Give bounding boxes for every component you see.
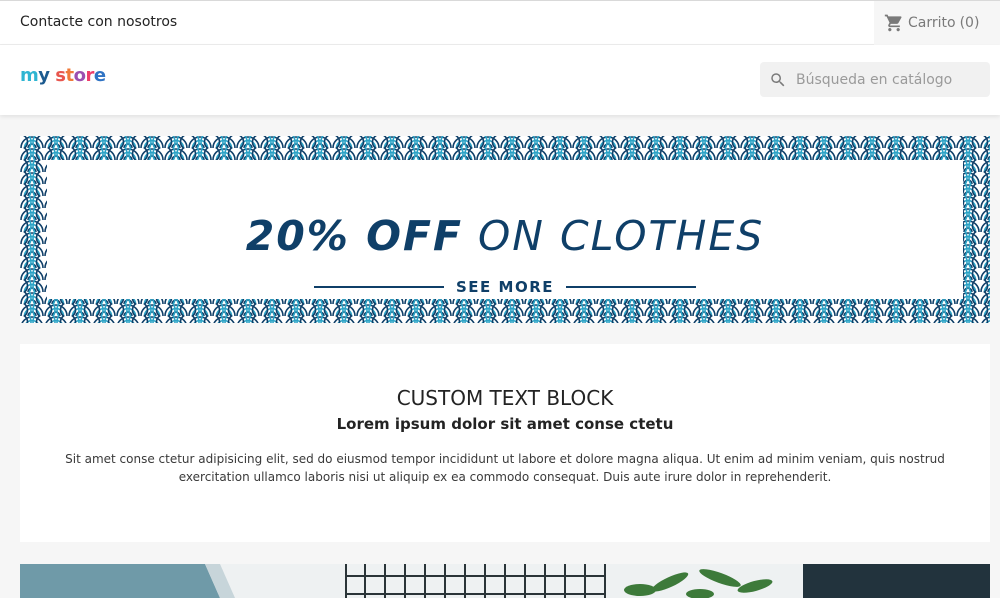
banner-title-light: ON CLOTHES [478, 212, 765, 260]
interior-photo [20, 564, 990, 598]
search-icon[interactable] [769, 71, 787, 89]
cart-label: Carrito [908, 15, 956, 31]
custom-text-body: Sit amet conse ctetur adipisicing elit, … [65, 452, 945, 484]
custom-text-block: CUSTOM TEXT BLOCK Lorem ipsum dolor sit … [20, 344, 990, 542]
site-header: my store [0, 45, 1000, 115]
banner-title: 20% OFF ON CLOTHES [47, 212, 963, 260]
banner-content: 20% OFF ON CLOTHES SEE MORE [47, 160, 963, 299]
search-box [760, 62, 990, 97]
store-logo[interactable]: my store [20, 65, 106, 86]
top-nav: Contacte con nosotros Carrito (0) [0, 0, 1000, 45]
contact-link[interactable]: Contacte con nosotros [20, 14, 177, 30]
see-more-cta[interactable]: SEE MORE [47, 278, 963, 296]
cart-button[interactable]: Carrito (0) [874, 1, 1000, 45]
cta-divider-right [566, 286, 696, 288]
banner-title-strong: 20% OFF [245, 212, 463, 260]
cart-count: (0) [959, 15, 980, 31]
cta-divider-left [314, 286, 444, 288]
custom-text-subtitle: Lorem ipsum dolor sit amet conse ctetu [336, 415, 674, 433]
custom-text-title: CUSTOM TEXT BLOCK [396, 386, 614, 410]
home-slider-image[interactable] [20, 564, 990, 598]
shopping-cart-icon [884, 14, 902, 32]
search-input[interactable] [796, 71, 986, 88]
see-more-label: SEE MORE [456, 278, 554, 296]
promo-banner[interactable]: 20% OFF ON CLOTHES SEE MORE [20, 136, 990, 323]
